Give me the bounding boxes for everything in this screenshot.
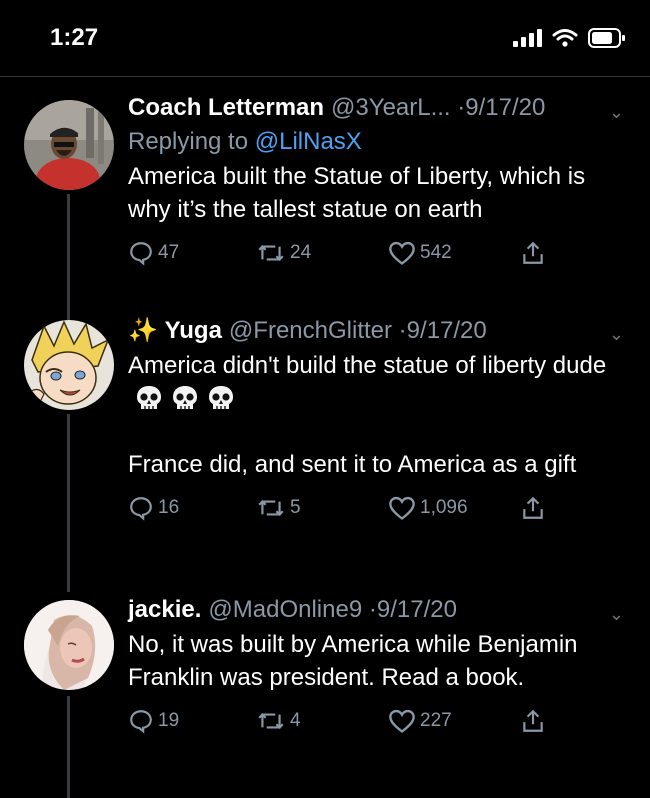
tweet[interactable]: Coach Letterman @3YearL... · 9/17/20 ⌄ R… bbox=[0, 94, 650, 320]
tweet-header: jackie. @MadOnline9 · 9/17/20 bbox=[128, 596, 630, 624]
tweet-paragraph: America didn't build the statue of liber… bbox=[128, 349, 614, 415]
like-count: 1,096 bbox=[420, 497, 468, 518]
tweet[interactable]: jackie. @MadOnline9 · 9/17/20 ⌄ No, it w… bbox=[0, 596, 650, 798]
replying-to-label: Replying to bbox=[128, 128, 249, 155]
user-handle[interactable]: @3YearL... bbox=[331, 94, 451, 122]
share-arrow-icon bbox=[523, 709, 543, 732]
reply-button[interactable]: 19 bbox=[128, 708, 179, 734]
display-name[interactable]: jackie. bbox=[128, 596, 201, 624]
display-name[interactable]: ✨ Yuga bbox=[128, 316, 222, 345]
mention-link[interactable]: @LilNasX bbox=[255, 128, 362, 155]
tweet-date[interactable]: 9/17/20 bbox=[465, 94, 545, 122]
chevron-down-icon[interactable]: ⌄ bbox=[609, 102, 624, 123]
tweet-header: ✨ Yuga @FrenchGlitter · 9/17/20 bbox=[128, 316, 630, 345]
status-bar: 1:27 bbox=[0, 0, 650, 76]
tweet-paragraph: America built the Statue of Liberty, whi… bbox=[128, 163, 586, 223]
header-divider bbox=[0, 76, 650, 77]
retweet-arrows-icon bbox=[258, 245, 284, 261]
tweet-date[interactable]: 9/17/20 bbox=[407, 317, 487, 345]
avatar[interactable] bbox=[24, 600, 114, 690]
avatar[interactable] bbox=[24, 100, 114, 190]
heart-icon bbox=[389, 496, 415, 520]
share-button[interactable] bbox=[520, 495, 546, 521]
user-handle[interactable]: @MadOnline9 bbox=[208, 596, 362, 624]
tweet-actions: 47 24 542 bbox=[128, 240, 630, 270]
retweet-arrows-icon bbox=[258, 500, 284, 516]
like-count: 542 bbox=[420, 242, 452, 263]
signal-icon bbox=[513, 29, 542, 47]
tweet-paragraph: France did, and sent it to America as a … bbox=[128, 451, 577, 478]
reply-count: 19 bbox=[158, 710, 180, 731]
tweet-header: Coach Letterman @3YearL... · 9/17/20 bbox=[128, 94, 630, 122]
thread-line bbox=[67, 194, 70, 320]
heart-icon bbox=[389, 709, 415, 733]
thread-line bbox=[67, 414, 70, 592]
reply-count: 16 bbox=[158, 497, 180, 518]
tweet-actions: 19 4 227 bbox=[128, 708, 630, 738]
avatar[interactable] bbox=[24, 320, 114, 410]
skull-emoji bbox=[200, 385, 236, 412]
tweet-paragraph: No, it was built by America while Benjam… bbox=[128, 631, 578, 691]
tweet-paragraph-text: America didn't build the statue of liber… bbox=[128, 352, 607, 379]
wifi-icon bbox=[552, 29, 578, 47]
reply-button[interactable]: 16 bbox=[128, 495, 179, 521]
retweet-count: 5 bbox=[290, 497, 301, 518]
reply-count: 47 bbox=[158, 242, 180, 263]
like-button[interactable]: 542 bbox=[388, 240, 452, 266]
tweet-date[interactable]: 9/17/20 bbox=[377, 596, 457, 624]
sparkles-emoji: ✨ bbox=[128, 317, 158, 344]
skull-emoji bbox=[128, 385, 164, 412]
retweet-count: 24 bbox=[290, 242, 312, 263]
tweet-text: America built the Statue of Liberty, whi… bbox=[128, 160, 630, 226]
share-button[interactable] bbox=[520, 708, 546, 734]
separator-dot: · bbox=[392, 317, 407, 344]
user-handle[interactable]: @FrenchGlitter bbox=[229, 317, 392, 345]
display-name[interactable]: Coach Letterman bbox=[128, 94, 324, 122]
retweet-arrows-icon bbox=[258, 713, 284, 729]
like-button[interactable]: 1,096 bbox=[388, 495, 468, 521]
replying-to: Replying to @LilNasX bbox=[128, 128, 630, 156]
share-button[interactable] bbox=[520, 240, 546, 266]
retweet-button[interactable]: 5 bbox=[256, 495, 301, 521]
tweet-text: America didn't build the statue of liber… bbox=[128, 349, 630, 481]
reply-button[interactable]: 47 bbox=[128, 240, 179, 266]
battery-icon bbox=[588, 28, 625, 48]
display-name-text: Yuga bbox=[164, 317, 222, 344]
speech-bubble-icon bbox=[130, 710, 152, 734]
status-time: 1:27 bbox=[50, 24, 99, 51]
speech-bubble-icon bbox=[130, 242, 152, 266]
tweet[interactable]: ✨ Yuga @FrenchGlitter · 9/17/20 ⌄ Americ… bbox=[0, 316, 650, 592]
separator-dot: · bbox=[362, 596, 377, 623]
tweet-actions: 16 5 1,096 bbox=[128, 495, 630, 525]
retweet-count: 4 bbox=[290, 710, 301, 731]
chevron-down-icon[interactable]: ⌄ bbox=[609, 604, 624, 625]
tweet-text: No, it was built by America while Benjam… bbox=[128, 628, 630, 694]
speech-bubble-icon bbox=[130, 497, 152, 521]
thread-line bbox=[67, 696, 70, 798]
retweet-button[interactable]: 24 bbox=[256, 240, 311, 266]
like-button[interactable]: 227 bbox=[388, 708, 452, 734]
separator-dot: · bbox=[450, 94, 466, 121]
share-arrow-icon bbox=[523, 241, 543, 264]
retweet-button[interactable]: 4 bbox=[256, 708, 301, 734]
chevron-down-icon[interactable]: ⌄ bbox=[609, 324, 624, 345]
status-icons bbox=[513, 28, 626, 48]
tweet-content: ✨ Yuga @FrenchGlitter · 9/17/20 ⌄ Americ… bbox=[128, 316, 630, 525]
tweet-content: Coach Letterman @3YearL... · 9/17/20 ⌄ R… bbox=[128, 94, 630, 270]
share-arrow-icon bbox=[523, 496, 543, 519]
like-count: 227 bbox=[420, 710, 452, 731]
skull-emoji bbox=[164, 385, 200, 412]
heart-icon bbox=[389, 241, 415, 265]
tweet-content: jackie. @MadOnline9 · 9/17/20 ⌄ No, it w… bbox=[128, 596, 630, 738]
